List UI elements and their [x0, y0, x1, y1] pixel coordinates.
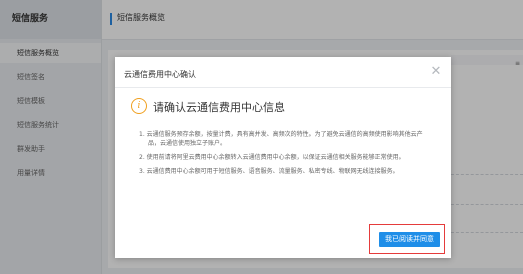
notice-item: 1. 云通信服务预存余额，按量计费，具有高并发、高频次的特性。为了避免云通信的高… — [139, 131, 423, 147]
notice-list: 1. 云通信服务预存余额，按量计费，具有高并发、高频次的特性。为了避免云通信的高… — [139, 130, 433, 181]
close-icon[interactable]: ✕ — [429, 65, 443, 79]
agree-button[interactable]: 我已阅读并同意 — [379, 232, 440, 247]
notice-item: 3. 云通信费用中心余额可用于短信服务、语音服务、流量服务、私密专线、物联网无线… — [139, 168, 399, 175]
confirm-dialog: 云通信费用中心确认 ✕ i 请确认云通信费用中心信息 1. 云通信服务预存余额，… — [115, 57, 451, 258]
dialog-heading: 请确认云通信费用中心信息 — [153, 101, 285, 114]
dialog-divider — [115, 87, 451, 88]
dialog-title: 云通信费用中心确认 — [124, 70, 196, 79]
notice-item: 2. 使用前请将阿里云费用中心余额转入云通信费用中心余额，以保证云通信相关服务能… — [139, 154, 405, 161]
info-icon: i — [131, 98, 147, 114]
